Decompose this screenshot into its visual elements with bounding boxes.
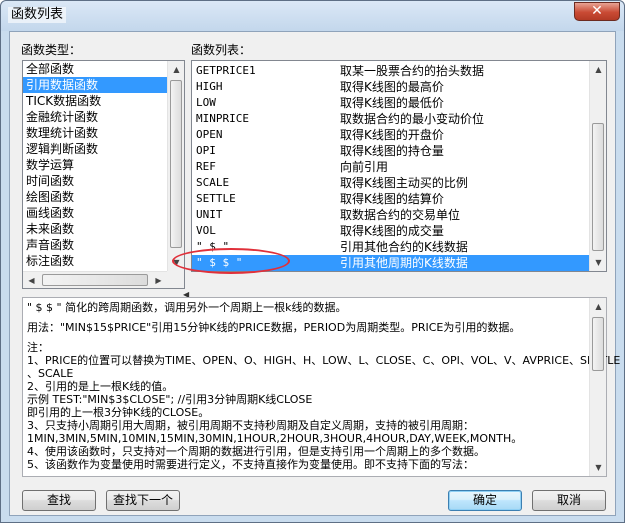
description-line: 示例 TEST:"MIN$3$CLOSE"; //引用3分钟周期K线CLOSE	[27, 393, 313, 406]
function-desc: 取得K线图的结算价	[340, 192, 444, 206]
function-row[interactable]: HIGH 取得K线图的最高价	[192, 79, 589, 95]
function-desc: 取数据合约的最小变动价位	[340, 112, 485, 126]
function-name: GETPRICE1	[196, 64, 256, 77]
horizontal-scrollbar[interactable]: ◀ ▶	[23, 271, 167, 288]
dialog-client: 函数类型： 函数列表： 全部函数 引用数据函数 TICK数据函数 金融统计函数 数理统计…	[9, 31, 621, 516]
function-type-item[interactable]: 数理统计函数	[23, 125, 184, 141]
dialog-window: 函数列表 ✕ 函数类型： 函数列表： 全部函数 引用数据函数 TICK数据函数 金融统…	[0, 0, 625, 523]
function-desc: 取得K线图的最高价	[340, 80, 444, 94]
function-desc: 取某一股票合约的抬头数据	[340, 64, 485, 78]
function-row[interactable]: SCALE 取得K线图主动买的比例	[192, 175, 589, 191]
find-next-button[interactable]: 查找下一个	[106, 490, 180, 511]
description-line: 用法："MIN$15$PRICE"引用15分钟K线的PRICE数据，PERIOD…	[27, 321, 521, 334]
title-bar[interactable]: 函数列表 ✕	[1, 1, 624, 31]
description-line: 注：	[27, 341, 49, 354]
function-desc: 取得K线图的最低价	[340, 96, 444, 110]
function-row[interactable]: REF 向前引用	[192, 159, 589, 175]
scroll-thumb[interactable]	[592, 123, 604, 251]
find-button[interactable]: 查找	[22, 490, 96, 511]
function-description[interactable]: " $ $ " 简化的跨周期函数，调用另外一个周期上一根k线的数据。用法："MI…	[22, 297, 621, 477]
scroll-corner	[167, 271, 184, 288]
ok-button[interactable]: 确定	[448, 490, 522, 511]
description-line: 1、PRICE的位置可以替换为TIME、OPEN、O、HIGH、H、LOW、L、…	[27, 354, 621, 367]
description-line	[27, 334, 586, 341]
function-name: VOL	[196, 224, 216, 237]
description-line: 5、该函数作为变量使用时需要进行定义，不支持直接作为变量使用。即不支持下面的写法…	[27, 458, 474, 471]
description-line: 2、引用的是上一根K线的值。	[27, 380, 174, 393]
function-type-items: 全部函数 引用数据函数 TICK数据函数 金融统计函数 数理统计函数 逻辑判断函数 数学运算…	[23, 61, 184, 269]
function-type-item[interactable]: 时间函数	[23, 173, 184, 189]
close-button[interactable]: ✕	[574, 2, 620, 21]
scroll-down-arrow-icon[interactable]: ▼	[590, 459, 607, 476]
function-desc: 取得K线图的开盘价	[340, 128, 444, 142]
function-name: OPEN	[196, 128, 223, 141]
function-desc: 引用其他合约的K线数据	[340, 240, 468, 254]
scroll-up-arrow-icon[interactable]: ▲	[590, 61, 607, 78]
function-type-item[interactable]: TICK数据函数	[23, 93, 184, 109]
function-desc: 取得K线图的成交量	[340, 224, 444, 238]
function-row[interactable]: OPI 取得K线图的持仓量	[192, 143, 589, 159]
function-name: SETTLE	[196, 192, 236, 205]
function-type-item[interactable]: 全部函数	[23, 61, 184, 77]
function-type-item[interactable]: 未来函数	[23, 221, 184, 237]
description-line: 、SCALE	[27, 367, 74, 380]
function-type-item[interactable]: 逻辑判断函数	[23, 141, 184, 157]
function-desc: 向前引用	[340, 160, 389, 174]
vertical-scrollbar[interactable]: ▲ ▼	[589, 61, 606, 271]
function-list-label: 函数列表：	[191, 43, 252, 57]
cancel-button[interactable]: 取消	[532, 490, 606, 511]
function-name: SCALE	[196, 176, 230, 189]
scroll-left-arrow-icon[interactable]: ◀	[23, 272, 40, 289]
scroll-thumb[interactable]	[592, 317, 604, 371]
vertical-scrollbar[interactable]: ▲ ▼	[589, 298, 606, 476]
scroll-right-arrow-icon[interactable]: ▶	[150, 272, 167, 289]
function-type-item[interactable]: 标注函数	[23, 253, 184, 269]
description-text: " $ $ " 简化的跨周期函数，调用另外一个周期上一根k线的数据。用法："MI…	[27, 301, 621, 471]
function-row[interactable]: GETPRICE1 取某一股票合约的抬头数据	[192, 63, 589, 79]
function-row[interactable]: UNIT 取数据合约的交易单位	[192, 207, 589, 223]
function-type-list[interactable]: 全部函数 引用数据函数 TICK数据函数 金融统计函数 数理统计函数 逻辑判断函数 数学运算…	[22, 60, 185, 289]
description-line: " $ $ " 简化的跨周期函数，调用另外一个周期上一根k线的数据。	[27, 301, 347, 314]
function-rows: GETPRICE1 取某一股票合约的抬头数据 HIGH 取得K线图的最高价 LOW 取得K…	[192, 63, 589, 271]
function-type-item[interactable]: 绘图函数	[23, 189, 184, 205]
function-list[interactable]: GETPRICE1 取某一股票合约的抬头数据 HIGH 取得K线图的最高价 LOW 取得K…	[191, 60, 607, 272]
description-line: 3、只支持小周期引用大周期，被引用周期不支持秒周期及自定义周期，支持的被引用周期…	[27, 419, 474, 432]
function-type-item[interactable]: 引用数据函数	[23, 77, 184, 93]
description-line: 即引用的上一根3分钟K线的CLOSE。	[27, 406, 210, 419]
scroll-thumb[interactable]	[42, 274, 148, 286]
scroll-down-arrow-icon[interactable]: ▼	[590, 254, 607, 271]
function-name: OPI	[196, 144, 216, 157]
function-type-item[interactable]: 金融统计函数	[23, 109, 184, 125]
description-line	[27, 314, 586, 321]
function-row[interactable]: SETTLE 取得K线图的结算价	[192, 191, 589, 207]
function-type-item[interactable]: 画线函数	[23, 205, 184, 221]
function-type-label: 函数类型：	[21, 43, 82, 57]
function-desc: 取数据合约的交易单位	[340, 208, 461, 222]
function-desc: 取得K线图主动买的比例	[340, 176, 468, 190]
scroll-up-arrow-icon[interactable]: ▲	[590, 298, 607, 315]
function-type-item[interactable]: 声音函数	[23, 237, 184, 253]
function-type-item[interactable]: 数学运算	[23, 157, 184, 173]
vertical-scrollbar[interactable]: ▲ ▼	[167, 61, 184, 271]
function-desc: 引用其他周期的K线数据	[340, 256, 468, 270]
function-name: HIGH	[196, 80, 223, 93]
function-name: REF	[196, 160, 216, 173]
description-line: 1MIN,3MIN,5MIN,10MIN,15MIN,30MIN,1HOUR,2…	[27, 432, 523, 445]
function-row[interactable]: LOW 取得K线图的最低价	[192, 95, 589, 111]
function-name: MINPRICE	[196, 112, 249, 125]
function-name: UNIT	[196, 208, 223, 221]
scroll-thumb[interactable]	[170, 80, 182, 248]
function-row[interactable]: MINPRICE 取数据合约的最小变动价位	[192, 111, 589, 127]
description-line: 4、使用该函数时，只支持对一个周期的数据进行引用，但是支持引用一个周期上的多个数…	[27, 445, 485, 458]
function-row[interactable]: OPEN 取得K线图的开盘价	[192, 127, 589, 143]
function-row[interactable]: VOL 取得K线图的成交量	[192, 223, 589, 239]
function-name: LOW	[196, 96, 216, 109]
window-title: 函数列表	[8, 7, 67, 23]
scroll-up-arrow-icon[interactable]: ▲	[168, 61, 185, 78]
red-circle-annotation	[172, 248, 290, 274]
function-desc: 取得K线图的持仓量	[340, 144, 444, 158]
